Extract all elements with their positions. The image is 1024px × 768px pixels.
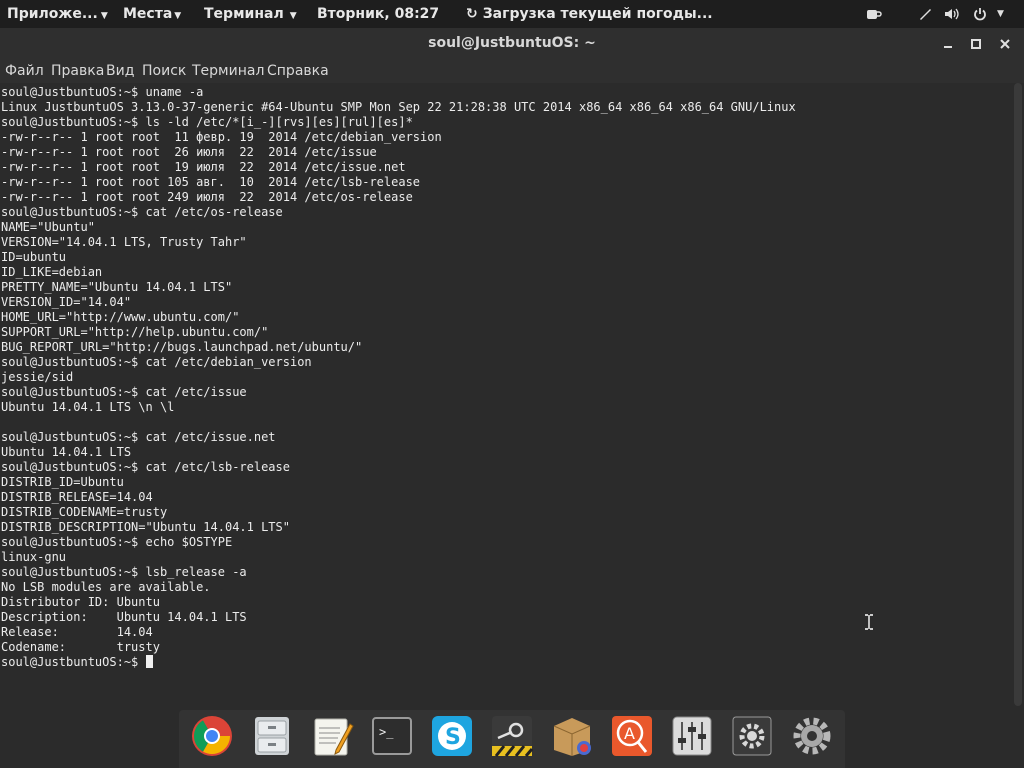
menu-view[interactable]: Вид: [106, 59, 134, 83]
terminal-line: soul@JustbuntuOS:~$ cat /etc/lsb-release: [1, 460, 290, 474]
terminal-line: DISTRIB_DESCRIPTION="Ubuntu 14.04.1 LTS": [1, 520, 290, 534]
terminal-line: -rw-r--r-- 1 root root 19 июля 22 2014 /…: [1, 160, 406, 174]
system-settings-icon[interactable]: [730, 714, 774, 758]
applications-menu[interactable]: Приложе... ▼: [7, 0, 108, 28]
svg-text:>_: >_: [379, 725, 394, 739]
mixer-icon[interactable]: [670, 714, 714, 758]
terminal-line: Ubuntu 14.04.1 LTS: [1, 445, 132, 459]
terminal-line: HOME_URL="http://www.ubuntu.com/": [1, 310, 240, 324]
terminal-line: -rw-r--r-- 1 root root 105 авг. 10 2014 …: [1, 175, 421, 189]
terminal-line: VERSION="14.04.1 LTS, Trusty Tahr": [1, 235, 247, 249]
menu-help[interactable]: Справка: [267, 59, 329, 83]
gear-icon[interactable]: [790, 714, 834, 758]
terminal-line: PRETTY_NAME="Ubuntu 14.04.1 LTS": [1, 280, 233, 294]
top-panel: Приложе... ▼ Места ▼ Терминал ▼ Вторник, 08…: [0, 0, 1024, 28]
chevron-down-icon: ▼: [100, 11, 108, 21]
terminal-line: Release: 14.04: [1, 625, 153, 639]
terminal-icon[interactable]: >_: [370, 714, 414, 758]
terminal-line: VERSION_ID="14.04": [1, 295, 132, 309]
weather-label: Загрузка текущей погоды...: [482, 6, 713, 22]
terminal-line: soul@JustbuntuOS:~$ cat /etc/debian_vers…: [1, 355, 312, 369]
applications-label: Приложе...: [7, 6, 98, 22]
menu-search[interactable]: Поиск: [142, 59, 186, 83]
chevron-down-icon: ▼: [174, 11, 182, 21]
pen-icon[interactable]: [918, 0, 932, 28]
terminal-line: ID=ubuntu: [1, 250, 67, 264]
steam-icon[interactable]: [490, 714, 534, 758]
terminal-line: DISTRIB_RELEASE=14.04: [1, 490, 153, 504]
menu-bar: Файл Правка Вид Поиск Терминал Справка: [0, 59, 1024, 83]
menu-terminal[interactable]: Терминал: [192, 59, 264, 83]
places-menu[interactable]: Места ▼: [123, 0, 181, 28]
package-installer-icon[interactable]: [550, 714, 594, 758]
menu-edit[interactable]: Правка: [51, 59, 104, 83]
minimize-icon[interactable]: [938, 28, 958, 59]
terminal-line: linux-gnu: [1, 550, 67, 564]
skype-icon[interactable]: S: [430, 714, 474, 758]
terminal-line: -rw-r--r-- 1 root root 11 февр. 19 2014 …: [1, 130, 442, 144]
terminal-output: soul@JustbuntuOS:~$ uname -a Linux Justb…: [1, 85, 796, 670]
window-title: soul@JustbuntuOS: ~: [428, 35, 596, 51]
weather-indicator[interactable]: ↻ Загрузка текущей погоды...: [466, 0, 713, 28]
terminal-line: NAME="Ubuntu": [1, 220, 95, 234]
scrollbar[interactable]: [1012, 83, 1024, 708]
terminal-line: jessie/sid: [1, 370, 74, 384]
terminal-line: No LSB modules are available.: [1, 580, 211, 594]
terminal-line: -rw-r--r-- 1 root root 249 июля 22 2014 …: [1, 190, 413, 204]
terminal-line: soul@JustbuntuOS:~$ ls -ld /etc/*[i_-][r…: [1, 115, 413, 129]
terminal-line: Linux JustbuntuOS 3.13.0-37-generic #64-…: [1, 100, 796, 114]
terminal-line: BUG_REPORT_URL="http://bugs.launchpad.ne…: [1, 340, 363, 354]
text-cursor-icon: [864, 614, 874, 630]
scrollbar-thumb[interactable]: [1014, 83, 1022, 706]
window-title-bar[interactable]: soul@JustbuntuOS: ~: [0, 28, 1024, 59]
chevron-down-icon: ▼: [289, 11, 297, 21]
terminal-line: soul@JustbuntuOS:~$ cat /etc/issue: [1, 385, 247, 399]
chrome-icon[interactable]: [190, 714, 234, 758]
coffee-cup-icon[interactable]: [866, 0, 882, 28]
terminal-line: soul@JustbuntuOS:~$ echo $OSTYPE: [1, 535, 233, 549]
text-editor-icon[interactable]: [310, 714, 354, 758]
places-label: Места: [123, 6, 173, 22]
dock: >_ S A: [179, 710, 845, 768]
terminal-app-label: Терминал: [204, 6, 284, 22]
terminal-line: Codename: trusty: [1, 640, 160, 654]
terminal-line: SUPPORT_URL="http://help.ubuntu.com/": [1, 325, 269, 339]
maximize-icon[interactable]: [966, 28, 986, 59]
refresh-icon: ↻: [466, 6, 478, 22]
power-icon[interactable]: [973, 0, 987, 28]
terminal-line: ID_LIKE=debian: [1, 265, 103, 279]
svg-text:S: S: [445, 725, 461, 750]
terminal-line: DISTRIB_ID=Ubuntu: [1, 475, 124, 489]
terminal-line: soul@JustbuntuOS:~$ uname -a: [1, 85, 204, 99]
terminal-line: -rw-r--r-- 1 root root 26 июля 22 2014 /…: [1, 145, 377, 159]
menu-file[interactable]: Файл: [5, 59, 44, 83]
close-icon[interactable]: [995, 28, 1015, 59]
terminal-line: Distributor ID: Ubuntu: [1, 595, 160, 609]
app-search-icon[interactable]: A: [610, 714, 654, 758]
terminal-line: Ubuntu 14.04.1 LTS \n \l: [1, 400, 175, 414]
volume-icon[interactable]: [944, 0, 960, 28]
terminal-line: soul@JustbuntuOS:~$ cat /etc/os-release: [1, 205, 283, 219]
terminal-view[interactable]: soul@JustbuntuOS:~$ uname -a Linux Justb…: [0, 83, 1012, 708]
terminal-prompt: soul@JustbuntuOS:~$: [1, 655, 146, 669]
terminal-line: Description: Ubuntu 14.04.1 LTS: [1, 610, 247, 624]
clock[interactable]: Вторник, 08:27: [317, 0, 439, 28]
terminal-cursor: [145, 655, 153, 668]
terminal-line: DISTRIB_CODENAME=trusty: [1, 505, 168, 519]
file-cabinet-icon[interactable]: [250, 714, 294, 758]
chevron-down-icon[interactable]: ▼: [997, 0, 1004, 28]
terminal-line: soul@JustbuntuOS:~$ lsb_release -a: [1, 565, 247, 579]
terminal-app-menu[interactable]: Терминал ▼: [204, 0, 297, 28]
svg-text:A: A: [624, 724, 635, 743]
terminal-line: soul@JustbuntuOS:~$ cat /etc/issue.net: [1, 430, 276, 444]
